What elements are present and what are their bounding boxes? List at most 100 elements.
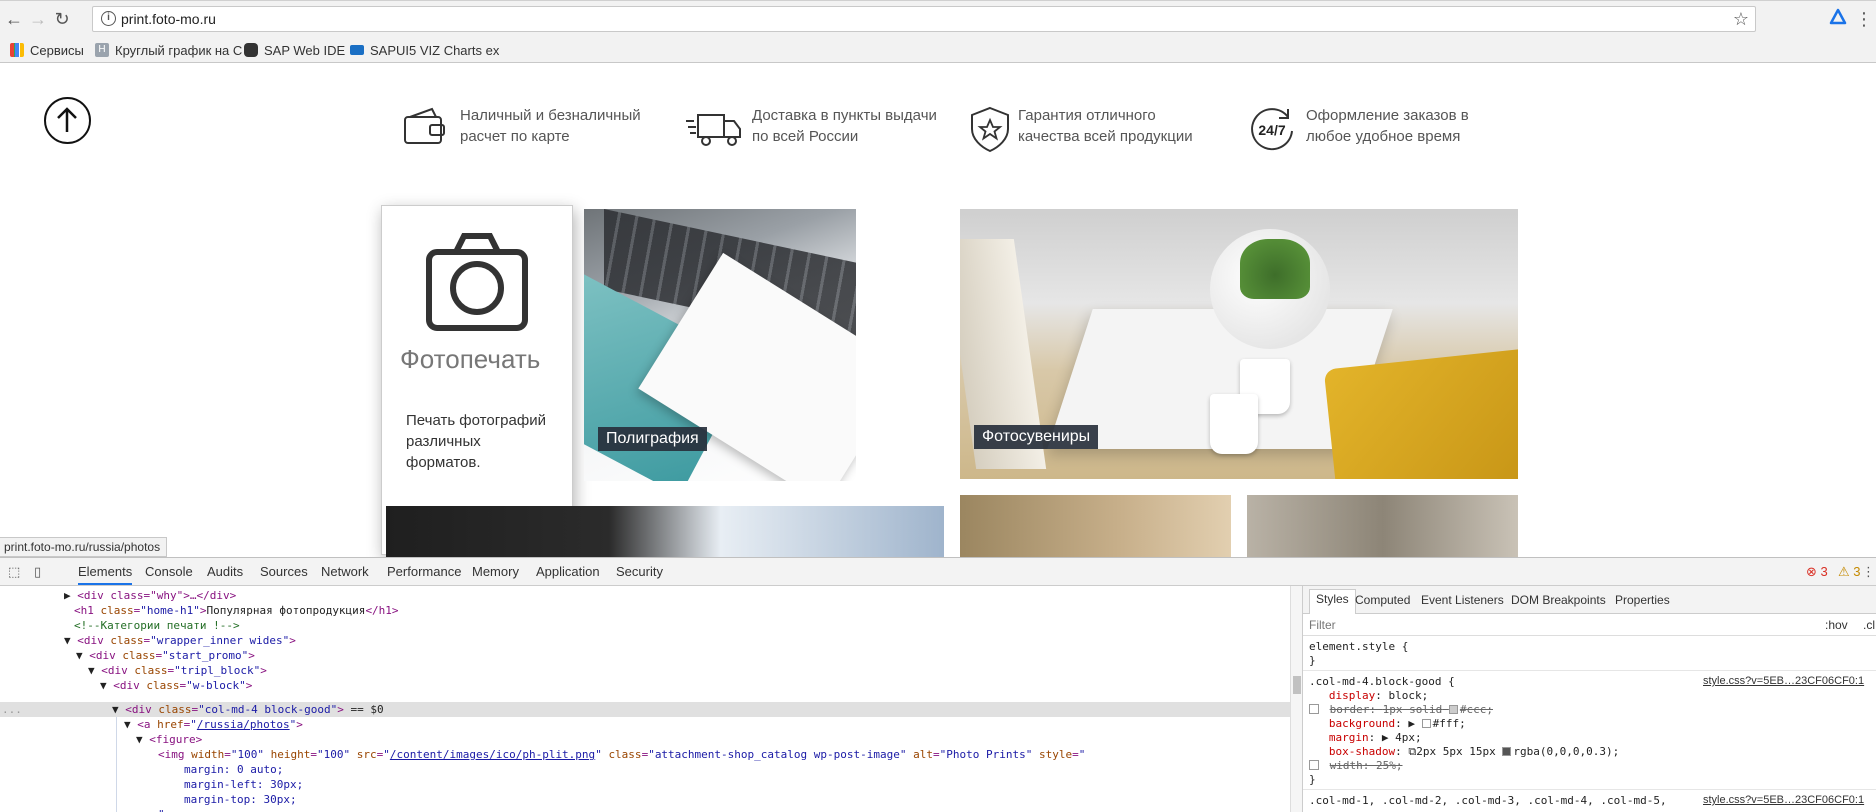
bottom-card-right[interactable] [1247,495,1518,558]
poligrafia-card[interactable]: Полиграфия [584,209,856,481]
style-prop-display[interactable]: display: block; [1309,689,1428,704]
dom-line[interactable]: <!--Категории печати !--> [74,618,240,633]
sap-ide-icon [244,43,258,57]
arrow-up-icon [57,107,77,132]
cls-toggle[interactable]: .cl [1863,618,1875,632]
tshirt-image [1323,348,1518,479]
tab-application[interactable]: Application [536,564,600,579]
back-icon[interactable]: ← [4,9,24,29]
bookmark-apps[interactable]: Сервисы [10,41,84,59]
address-bar[interactable]: i print.foto-mo.ru ☆ [92,6,1756,32]
warning-count[interactable]: ⚠ 3 [1838,564,1861,580]
device-toolbar-icon[interactable]: ▯ [34,564,50,580]
hov-toggle[interactable]: :hov [1825,618,1848,632]
dom-line[interactable]: margin-top: 30px; [184,792,297,807]
more-icon[interactable]: ⋮ [1862,564,1875,580]
dom-line[interactable]: <h1 class="home-h1">Популярная фотопроду… [74,603,399,618]
info-icon[interactable]: i [101,11,116,26]
bookmark-star-icon[interactable]: ☆ [1733,9,1749,30]
style-prop-background[interactable]: background: ▶ #fff; [1309,717,1466,732]
style-prop-width[interactable]: width: 25%; [1309,759,1403,774]
bookmark-sapui5[interactable]: SAPUI5 VIZ Charts ex [350,41,499,59]
scroll-up-button[interactable] [44,97,91,144]
feature-text: Наличный и безналичный расчет по карте [460,107,641,145]
menu-icon[interactable]: ⋮ [1852,7,1876,31]
inspect-icon[interactable]: ⬚ [8,564,24,580]
dom-line[interactable]: ▼ <a href="/russia/photos"> [124,717,303,732]
mug-image [1210,394,1258,454]
dom-line[interactable]: ▼ <div class="wrapper_inner wides"> [64,633,296,648]
forward-icon[interactable]: → [28,9,48,29]
rule-divider [1303,670,1876,671]
color-swatch[interactable] [1448,705,1458,714]
error-icon: ⊗ [1806,564,1817,579]
element-style-rule[interactable]: element.style { [1309,640,1408,655]
color-swatch[interactable] [1502,747,1512,756]
dom-line[interactable]: ▼ <div class="start_promo"> [76,648,255,663]
tab-styles[interactable]: Styles [1309,589,1356,614]
rule-source-link[interactable]: style.css?v=5EB…23CF06CF0:1 [1703,675,1864,687]
tab-elements[interactable]: Elements [78,564,133,585]
bottom-card-middle[interactable] [960,495,1231,558]
expand-icon[interactable]: ▶ [1408,717,1415,730]
tab-audits[interactable]: Audits [207,564,243,579]
rule-source-link[interactable]: style.css?v=5EB…23CF06CF0:1 [1703,794,1864,806]
wallet-card-icon [404,107,445,144]
tab-computed[interactable]: Computed [1355,593,1410,607]
filter-input[interactable]: Filter [1309,618,1336,632]
ellipsis-icon[interactable]: ... [2,702,22,717]
bookmark-chart[interactable]: H Круглый график на С [95,41,242,59]
rule-selector[interactable]: .col-md-4.block-good { [1309,675,1455,690]
camera-icon [426,233,528,331]
tab-sources[interactable]: Sources [260,564,308,579]
rule-close: } [1309,654,1316,667]
dom-line[interactable]: <img width="100" height="100" src="/cont… [158,747,1085,762]
tab-dom-breakpoints[interactable]: DOM Breakpoints [1511,593,1606,607]
bottom-card-left[interactable] [386,506,944,558]
photo-print-card[interactable]: Фотопечать Печать фотографий различных фор… [381,205,573,555]
tab-performance[interactable]: Performance [387,564,461,579]
fotosuveniry-card[interactable]: Фотосувениры [960,209,1518,479]
shield-star-icon [971,106,1009,153]
rule-selector[interactable]: .col-md-1, .col-md-2, .col-md-3, .col-md… [1309,794,1667,809]
style-prop-box-shadow[interactable]: box-shadow: ⧉2px 5px 15px rgba(0,0,0,0.3… [1309,745,1619,760]
dom-line[interactable]: margin-left: 30px; [184,777,303,792]
tab-console[interactable]: Console [145,564,193,579]
dom-line[interactable]: ▼ <figure> [136,732,202,747]
dom-line[interactable]: ▼ <div class="w-block"> [100,678,252,693]
tab-memory[interactable]: Memory [472,564,519,579]
svg-text:24/7: 24/7 [1258,122,1285,138]
tab-network[interactable]: Network [321,564,369,579]
reload-icon[interactable]: ↻ [52,9,72,29]
warning-icon: ⚠ [1838,564,1850,579]
dom-line[interactable]: ▶ <div class="why">…</div> [64,588,236,603]
bookmark-sap-web-ide[interactable]: SAP Web IDE [244,41,345,59]
bookmarks-bar: Сервисы H Круглый график на С SAP Web ID… [0,36,1876,63]
color-swatch[interactable] [1421,719,1431,728]
error-count[interactable]: ⊗ 3 [1806,564,1828,580]
tab-event-listeners[interactable]: Event Listeners [1421,593,1504,607]
prop-checkbox[interactable] [1309,760,1319,770]
feature-text: Оформление заказов в любое удобное время [1306,107,1469,145]
card-description: Печать фотографий различных форматов. [406,412,546,471]
tab-security[interactable]: Security [616,564,663,579]
dom-tree[interactable]: ... ▶ <div class="why">…</div> <h1 class… [0,586,1290,812]
scrollbar-thumb[interactable] [1293,676,1301,694]
dom-line-selected[interactable]: ▼ <div class="col-md-4 block-good"> == $… [112,702,384,717]
style-prop-border[interactable]: border: 1px solid #ccc; [1309,703,1493,718]
dom-line[interactable]: "> [158,807,171,812]
extension-triangle-icon[interactable] [1826,7,1850,31]
web-page: Наличный и безналичный расчет по карте До… [0,63,1876,558]
bookmark-label: SAP Web IDE [264,42,346,58]
dom-line[interactable]: ▼ <div class="tripl_block"> [88,663,267,678]
dom-scrollbar[interactable] [1290,586,1302,812]
h-favicon-icon: H [95,43,109,57]
expand-icon[interactable]: ▶ [1382,731,1389,744]
prop-checkbox[interactable] [1309,704,1319,714]
dom-line[interactable]: margin: 0 auto; [184,762,283,777]
plant-image [1240,239,1310,299]
style-prop-margin[interactable]: margin: ▶ 4px; [1309,731,1422,746]
tab-properties[interactable]: Properties [1615,593,1670,607]
styles-filter[interactable]: Filter :hov .cl [1303,614,1876,636]
card-title: Фотопечать [400,344,541,374]
